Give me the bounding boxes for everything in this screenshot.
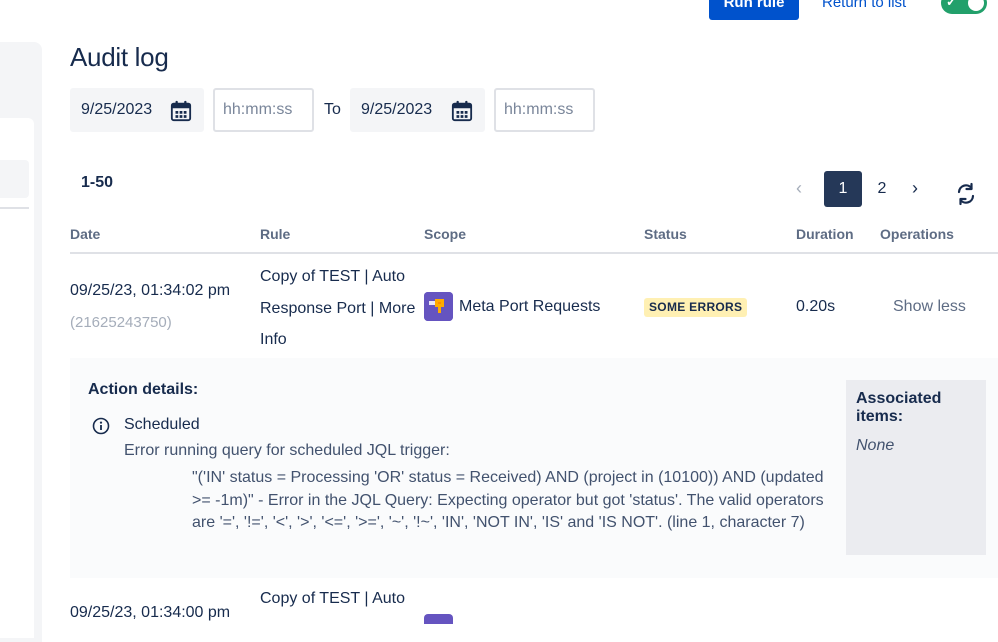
toggle-knob bbox=[968, 0, 984, 11]
project-avatar-icon bbox=[424, 292, 453, 321]
to-time-placeholder: hh:mm:ss bbox=[504, 101, 574, 118]
to-date-picker[interactable]: 9/25/2023 bbox=[350, 88, 485, 132]
to-time-input[interactable]: hh:mm:ss bbox=[494, 88, 595, 132]
associated-items-title: Associated items: bbox=[856, 390, 942, 425]
table-header-divider bbox=[70, 252, 998, 254]
rule-enabled-toggle[interactable]: ✓ bbox=[941, 0, 987, 14]
from-date-picker[interactable]: 9/25/2023 bbox=[70, 88, 204, 132]
to-date-value: 9/25/2023 bbox=[361, 101, 433, 118]
status-badge: SOME ERRORS bbox=[644, 298, 748, 317]
run-rule-button[interactable]: Run rule bbox=[709, 0, 799, 20]
column-header-scope[interactable]: Scope bbox=[424, 226, 466, 242]
column-header-duration[interactable]: Duration bbox=[796, 226, 854, 242]
row-execution-id: (21625243750) bbox=[70, 314, 172, 331]
page-title: Audit log bbox=[70, 42, 169, 72]
column-header-date[interactable]: Date bbox=[70, 226, 100, 242]
left-sidebar-divider bbox=[0, 207, 29, 209]
action-details-title: Action details: bbox=[88, 381, 199, 398]
row-date: 09/25/23, 01:34:02 pm bbox=[70, 282, 231, 299]
from-date-value: 9/25/2023 bbox=[81, 101, 153, 118]
associated-items-value: None bbox=[856, 437, 895, 454]
from-time-placeholder: hh:mm:ss bbox=[223, 101, 293, 118]
to-label: To bbox=[324, 101, 341, 118]
project-avatar-icon bbox=[424, 614, 453, 624]
refresh-icon[interactable] bbox=[954, 182, 978, 206]
show-less-button[interactable]: Show less bbox=[893, 298, 966, 316]
error-message: "('IN' status = Processing 'OR' status =… bbox=[192, 469, 824, 531]
column-header-operations: Operations bbox=[880, 226, 954, 242]
chevron-left-icon[interactable]: ‹ bbox=[796, 178, 802, 199]
row-rule-link[interactable]: Copy of TEST | Auto bbox=[260, 590, 405, 608]
from-time-input[interactable]: hh:mm:ss bbox=[213, 88, 314, 132]
left-sidebar-item[interactable] bbox=[0, 160, 29, 198]
calendar-icon[interactable] bbox=[170, 100, 192, 122]
row-duration: 0.20s bbox=[796, 298, 836, 315]
row-scope[interactable]: Meta Port Requests bbox=[459, 298, 600, 316]
column-header-status[interactable]: Status bbox=[644, 226, 687, 242]
row-date: 09/25/23, 01:34:00 pm bbox=[70, 604, 231, 621]
page-button-1[interactable]: 1 bbox=[824, 171, 862, 207]
row-rule-link[interactable]: Copy of TEST | Auto Response Port | More… bbox=[260, 261, 420, 356]
check-icon: ✓ bbox=[946, 0, 957, 9]
component-name: Scheduled bbox=[124, 416, 200, 433]
info-icon bbox=[92, 417, 110, 435]
error-heading: Error running query for scheduled JQL tr… bbox=[124, 442, 450, 459]
results-range: 1-50 bbox=[81, 174, 114, 191]
return-to-list-link[interactable]: Return to list bbox=[822, 0, 906, 11]
calendar-icon[interactable] bbox=[451, 100, 473, 122]
column-header-rule[interactable]: Rule bbox=[260, 226, 290, 242]
chevron-right-icon[interactable]: › bbox=[912, 178, 918, 199]
page-button-2[interactable]: 2 bbox=[868, 171, 896, 207]
